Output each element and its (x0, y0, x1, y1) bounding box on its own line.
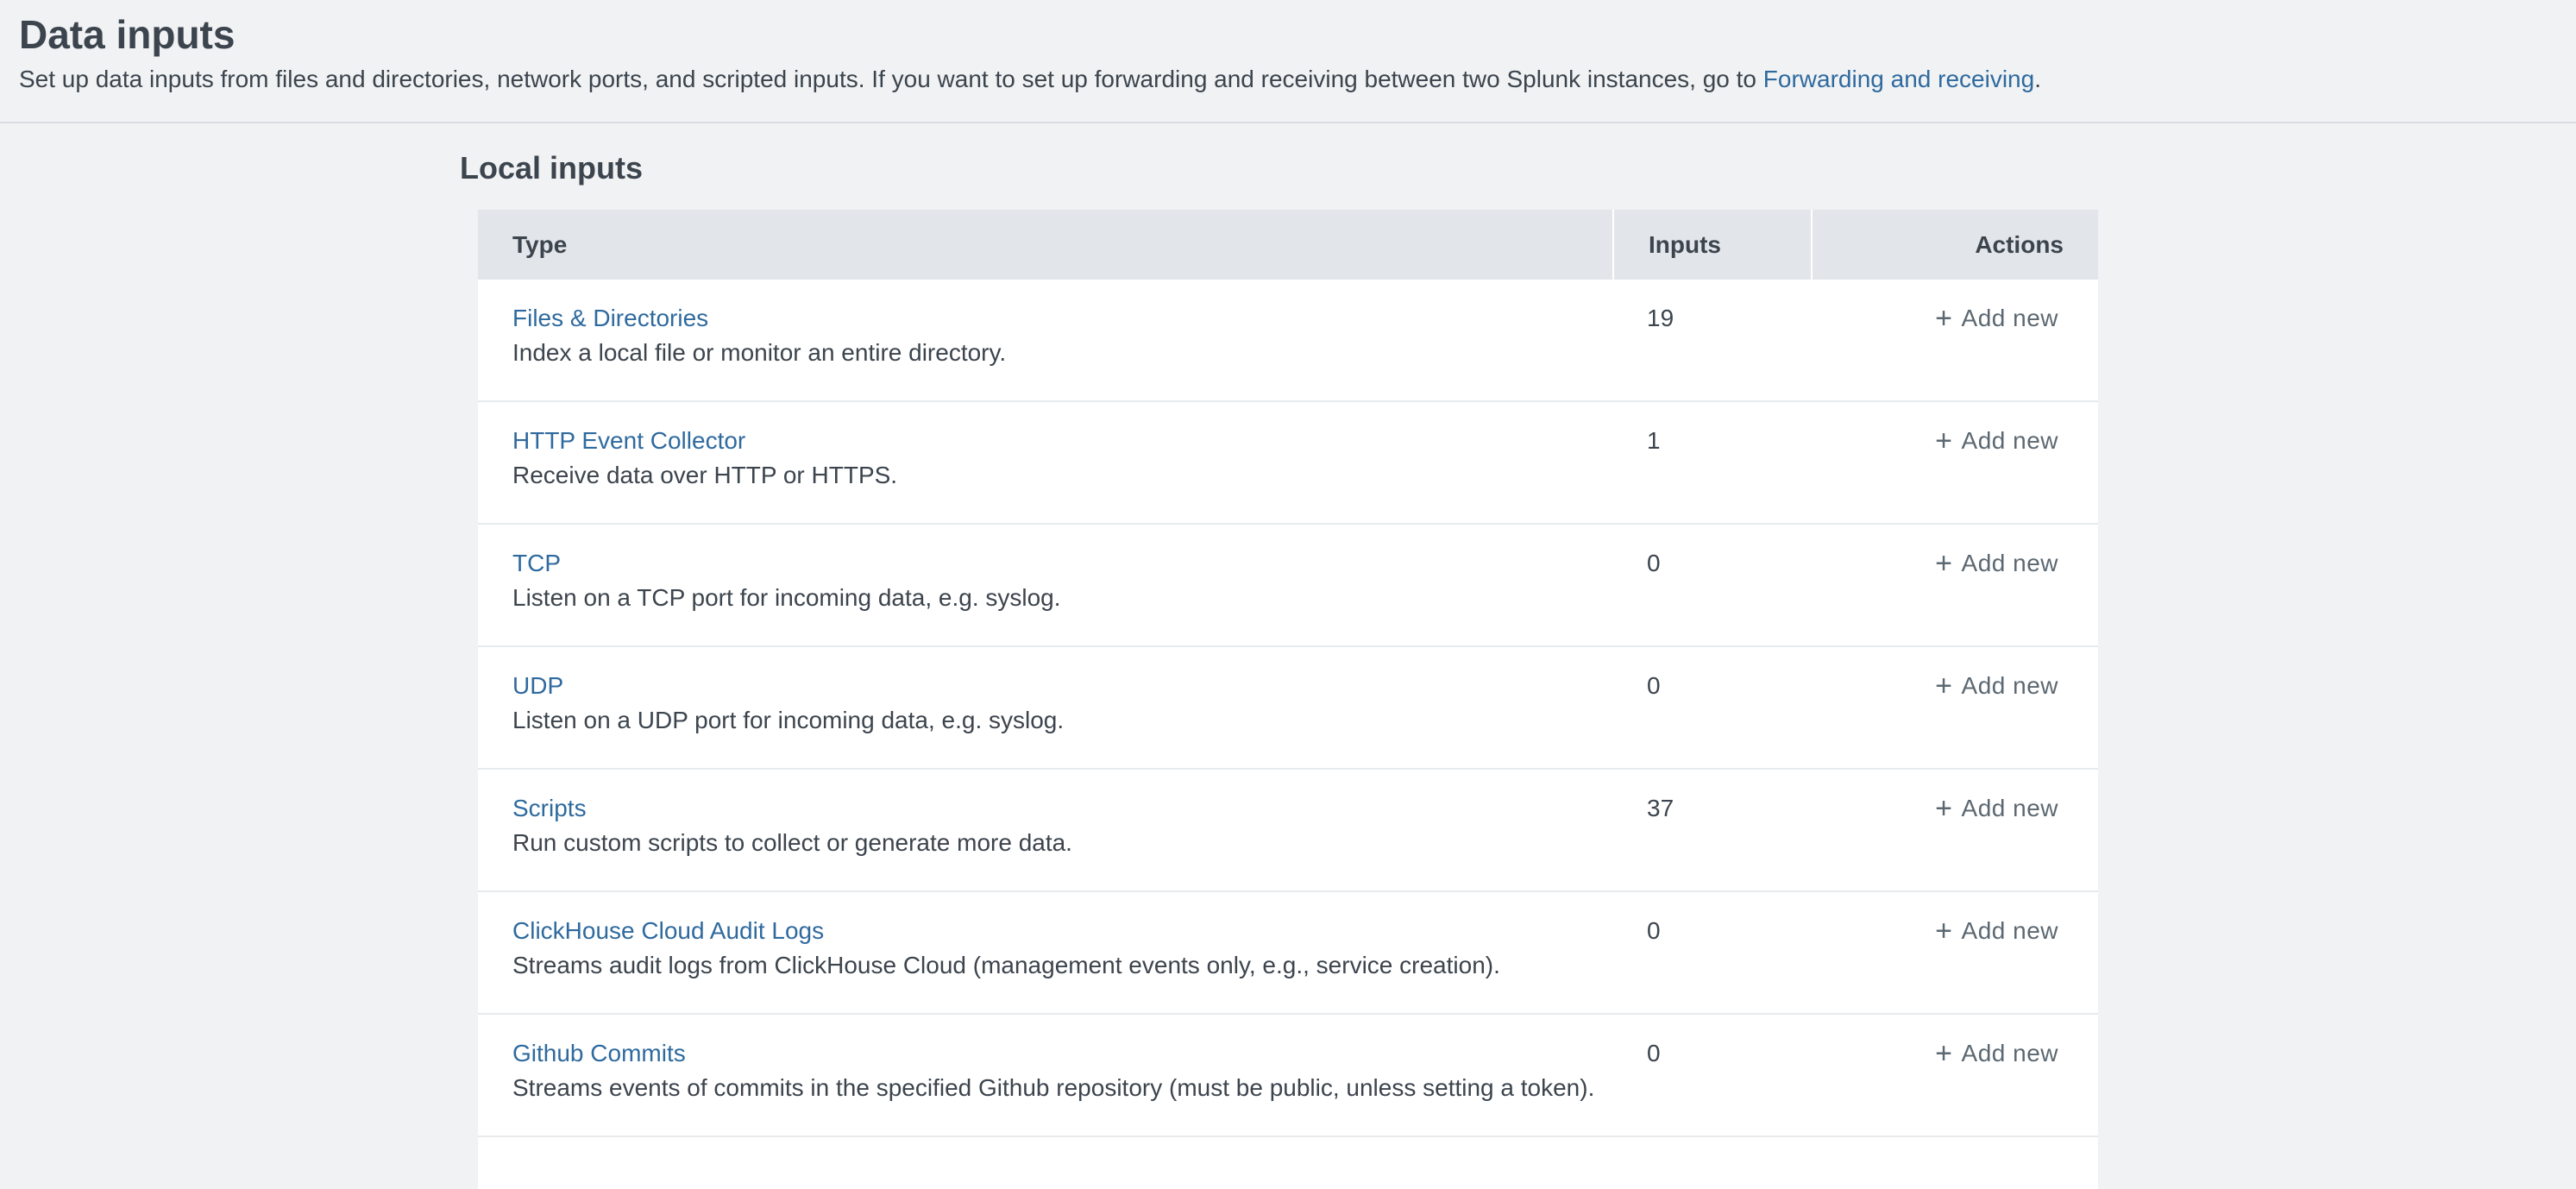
row-inputs-count: 37 (1612, 792, 1811, 890)
page-subtitle: Set up data inputs from files and direct… (19, 64, 2555, 95)
actions-cell: + Add new (1811, 1037, 2098, 1136)
row-inputs-count: 0 (1612, 1037, 1811, 1136)
table-row: Files & Directories Index a local file o… (478, 280, 2098, 402)
type-cell: Scripts Run custom scripts to collect or… (478, 792, 1612, 890)
row-description: Index a local file or monitor an entire … (512, 337, 1612, 369)
add-new-button[interactable]: + Add new (1935, 1037, 2058, 1070)
actions-cell: + Add new (1811, 302, 2098, 400)
table-row: TCP Listen on a TCP port for incoming da… (478, 525, 2098, 647)
plus-icon: + (1935, 670, 1952, 702)
type-cell: TCP Listen on a TCP port for incoming da… (478, 547, 1612, 645)
table-row: UDP Listen on a UDP port for incoming da… (478, 647, 2098, 770)
type-cell: HTTP Event Collector Receive data over H… (478, 425, 1612, 523)
add-new-button[interactable]: + Add new (1935, 302, 2058, 335)
actions-cell: + Add new (1811, 547, 2098, 645)
table-header-row: Type Inputs Actions (478, 210, 2098, 280)
page-header: Data inputs Set up data inputs from file… (0, 0, 2576, 123)
row-description: Receive data over HTTP or HTTPS. (512, 459, 1612, 492)
table-row: ClickHouse Cloud Audit Logs Streams audi… (478, 892, 2098, 1015)
page-subtitle-period: . (2034, 66, 2041, 92)
inputs-table: Type Inputs Actions Files & Directories … (478, 210, 2098, 1189)
column-header-inputs: Inputs (1612, 210, 1811, 280)
page-title: Data inputs (19, 10, 2555, 59)
type-cell: ClickHouse Cloud Audit Logs Streams audi… (478, 915, 1612, 1013)
add-new-button[interactable]: + Add new (1935, 547, 2058, 580)
row-type-link[interactable]: Scripts (512, 792, 1612, 825)
actions-cell: + Add new (1811, 670, 2098, 768)
actions-cell: + Add new (1811, 792, 2098, 890)
row-inputs-count: 19 (1612, 302, 1811, 400)
row-type-link[interactable]: ClickHouse Cloud Audit Logs (512, 915, 1612, 947)
row-inputs-count: 0 (1612, 547, 1811, 645)
row-description: Run custom scripts to collect or generat… (512, 827, 1612, 859)
page-subtitle-text: Set up data inputs from files and direct… (19, 66, 1763, 92)
local-inputs-section: Local inputs Type Inputs Actions Files &… (460, 123, 2116, 1189)
add-new-button[interactable]: + Add new (1935, 792, 2058, 825)
column-header-actions: Actions (1811, 210, 2098, 280)
row-type-link[interactable]: Files & Directories (512, 302, 1612, 335)
add-new-label: Add new (1962, 792, 2058, 825)
add-new-label: Add new (1962, 1037, 2058, 1070)
table-row: Scripts Run custom scripts to collect or… (478, 770, 2098, 892)
row-description: Streams events of commits in the specifi… (512, 1072, 1612, 1104)
row-inputs-count: 1 (1612, 425, 1811, 523)
plus-icon: + (1935, 915, 1952, 947)
actions-cell: + Add new (1811, 425, 2098, 523)
type-cell: UDP Listen on a UDP port for incoming da… (478, 670, 1612, 768)
row-description: Streams audit logs from ClickHouse Cloud… (512, 949, 1612, 982)
forwarding-and-receiving-link[interactable]: Forwarding and receiving (1763, 66, 2034, 92)
actions-cell: + Add new (1811, 915, 2098, 1013)
type-cell: Files & Directories Index a local file o… (478, 302, 1612, 400)
add-new-label: Add new (1962, 302, 2058, 335)
add-new-label: Add new (1962, 915, 2058, 947)
add-new-label: Add new (1962, 425, 2058, 457)
row-inputs-count: 0 (1612, 670, 1811, 768)
row-description: Listen on a UDP port for incoming data, … (512, 704, 1612, 737)
add-new-button[interactable]: + Add new (1935, 425, 2058, 457)
add-new-label: Add new (1962, 547, 2058, 580)
table-row: Github Commits Streams events of commits… (478, 1015, 2098, 1137)
section-heading: Local inputs (460, 151, 2116, 186)
add-new-label: Add new (1962, 670, 2058, 702)
add-new-button[interactable]: + Add new (1935, 915, 2058, 947)
row-inputs-count: 0 (1612, 915, 1811, 1013)
row-type-link[interactable]: HTTP Event Collector (512, 425, 1612, 457)
column-header-type: Type (478, 210, 1612, 280)
row-type-link[interactable]: TCP (512, 547, 1612, 580)
plus-icon: + (1935, 302, 1952, 335)
row-type-link[interactable]: Github Commits (512, 1037, 1612, 1070)
table-body: Files & Directories Index a local file o… (478, 280, 2098, 1189)
plus-icon: + (1935, 425, 1952, 457)
add-new-button[interactable]: + Add new (1935, 670, 2058, 702)
table-row: HTTP Event Collector Receive data over H… (478, 402, 2098, 525)
plus-icon: + (1935, 792, 1952, 825)
type-cell: Github Commits Streams events of commits… (478, 1037, 1612, 1136)
row-type-link[interactable]: UDP (512, 670, 1612, 702)
row-description: Listen on a TCP port for incoming data, … (512, 582, 1612, 614)
plus-icon: + (1935, 547, 1952, 580)
plus-icon: + (1935, 1037, 1952, 1070)
